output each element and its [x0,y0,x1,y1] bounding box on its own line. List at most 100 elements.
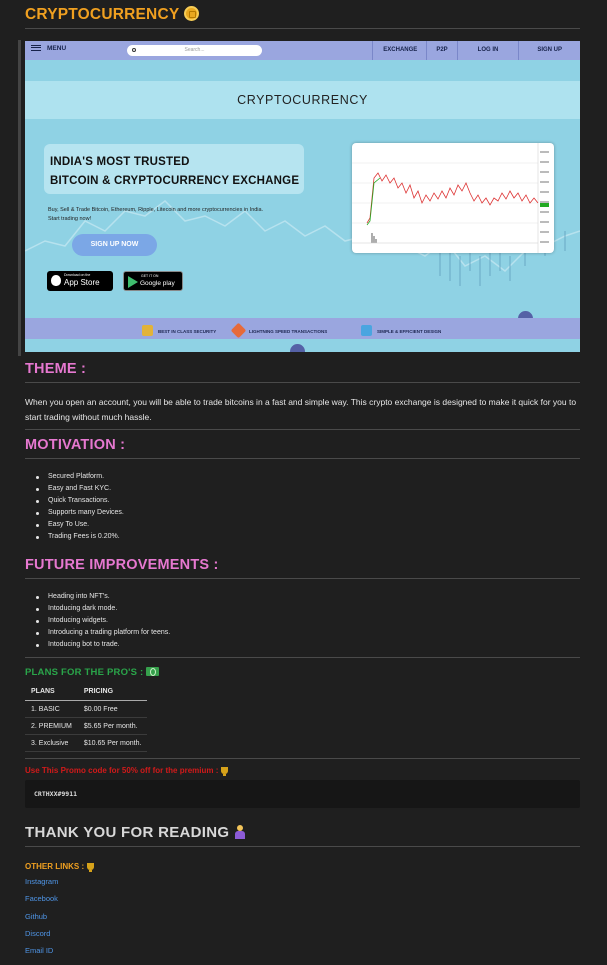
motivation-list: Secured Platform. Easy and Fast KYC. Qui… [36,471,124,543]
banner-feature-security-label: BEST IN CLASS SECURITY [158,329,217,334]
link-email[interactable]: Email ID [25,946,53,955]
table-header-plans: PLANS [25,685,78,701]
divider [25,846,580,847]
promo-text-label: Use This Promo code for 50% off for the … [25,766,219,775]
hamburger-icon [31,45,41,51]
divider [25,382,580,383]
rocket-icon [230,322,247,339]
banner-headline-line2: BITCOIN & CRYPTOCURRENCY EXCHANGE [50,175,300,187]
link-instagram[interactable]: Instagram [25,877,58,886]
google-play-icon [128,276,138,288]
table-row: 3. Exclusive $10.65 Per month. [25,734,148,752]
banner-headline-line1: INDIA'S MOST TRUSTED [50,156,190,168]
blockquote-bar [18,40,21,356]
list-item: Easy To Use. [36,519,124,531]
link-facebook[interactable]: Facebook [25,894,58,903]
divider [25,28,580,29]
monitor-icon [361,325,372,336]
plans-table: PLANS PRICING 1. BASIC $0.00 Free 2. PRE… [25,685,148,752]
banner-nav-exchange: EXCHANGE [372,41,426,60]
banner-feature-speed: LIGHTNING SPEED TRANSACTIONS [230,322,328,339]
promo-code: CRTHXX#9911 [34,790,78,798]
app-store-big: App Store [64,278,100,287]
banner-subtext-line2: Start trading now! [48,216,92,222]
plans-heading: PLANS FOR THE PRO'S : [25,667,160,678]
table-cell: $5.65 Per month. [77,717,148,735]
thank-you-heading: THANK YOU FOR READING [25,824,246,841]
lock-icon [142,325,153,336]
banner-nav-signup: SIGN UP [518,41,580,60]
motivation-heading: MOTIVATION : [25,437,126,453]
table-header-row: PLANS PRICING [25,685,148,701]
table-cell: 2. PREMIUM [25,717,78,735]
list-item: Intoducing widgets. [35,615,170,627]
list-item: Intoducing dark mode. [35,603,170,615]
banner-nav-links: EXCHANGE P2P LOG IN SIGN UP [372,41,580,60]
list-item: Heading into NFT's. [35,591,170,603]
table-cell: $0.00 Free [77,700,148,718]
table-row: 2. PREMIUM $5.65 Per month. [25,717,148,735]
price-chart-graphic [352,143,549,253]
banner-subtext: Buy, Sell & Trade Bitcoin, Ethereum, Rip… [48,206,263,224]
plans-heading-text: PLANS FOR THE PRO'S : [25,667,144,678]
divider [25,458,580,459]
table-row: 1. BASIC $0.00 Free [25,700,148,718]
list-item: Supports many Devices. [36,507,124,519]
banner-signup-button: SIGN UP NOW [72,234,157,256]
link-discord[interactable]: Discord [25,929,50,938]
banner-search-placeholder: Search... [184,47,205,53]
banner-feature-speed-label: LIGHTNING SPEED TRANSACTIONS [249,329,328,334]
promo-code-block [25,780,580,808]
promo-text: Use This Promo code for 50% off for the … [25,766,229,776]
trading-chart-card [352,143,554,253]
banner-search-box: Search... [127,45,262,56]
google-play-big: Google play [140,280,175,287]
future-improvements-list: Heading into NFT's. Intoducing dark mode… [35,591,170,651]
table-cell: 3. Exclusive [25,734,78,752]
table-header-pricing: PRICING [77,685,148,701]
banner-navbar: MENU Search... EXCHANGE P2P LOG IN SIGN … [25,41,580,60]
table-cell: $10.65 Per month. [77,734,148,752]
divider [25,758,580,759]
praying-person-icon [234,825,246,839]
banner-feature-design-label: SIMPLE & EFFICIENT DESIGN [377,329,442,334]
banner-menu-button: MENU [31,45,66,52]
money-icon [146,667,160,676]
page-title-text: CRYPTOCURRENCY [25,6,180,23]
thank-you-text: THANK YOU FOR READING [25,824,230,841]
page-title: CRYPTOCURRENCY [25,6,200,24]
list-item: Easy and Fast KYC. [36,483,124,495]
other-links-heading-text: OTHER LINKS : [25,862,85,871]
banner-nav-login: LOG IN [456,41,519,60]
banner-menu-label: MENU [47,45,67,52]
google-play-small: GET IT ON [141,274,159,278]
banner-feature-design: SIMPLE & EFFICIENT DESIGN [361,325,441,336]
future-improvements-heading: FUTURE IMPROVEMENTS : [25,557,219,573]
banner-nav-p2p: P2P [426,41,456,60]
list-item: Trading Fees is 0.20%. [36,531,124,543]
app-store-badge: Download on the App Store [47,271,113,291]
trophy-icon [221,767,229,776]
banner-feature-security: BEST IN CLASS SECURITY [142,325,216,336]
app-store-small: Download on the [64,273,91,277]
list-item: Quick Transactions. [36,495,124,507]
other-links-heading: OTHER LINKS : [25,862,95,872]
banner-subtext-line1: Buy, Sell & Trade Bitcoin, Ethereum, Rip… [48,207,264,213]
link-github[interactable]: Github [25,912,47,921]
coin-icon [184,6,200,21]
decor-dot [290,344,305,352]
theme-heading: THEME : [25,361,87,377]
trophy-icon [87,863,95,872]
apple-icon [51,275,61,286]
list-item: Secured Platform. [36,471,124,483]
table-cell: 1. BASIC [25,700,78,718]
banner-title: CRYPTOCURRENCY [237,93,368,107]
theme-text: When you open an account, you will be ab… [25,397,577,422]
list-item: Intoducing bot to trade. [35,639,170,651]
search-icon [132,48,136,52]
google-play-badge: GET IT ON Google play [123,271,183,291]
divider [25,578,580,579]
list-item: Introducing a trading platform for teens… [35,627,170,639]
banner-headline: INDIA'S MOST TRUSTED BITCOIN & CRYPTOCUR… [50,153,299,191]
divider [25,657,580,658]
